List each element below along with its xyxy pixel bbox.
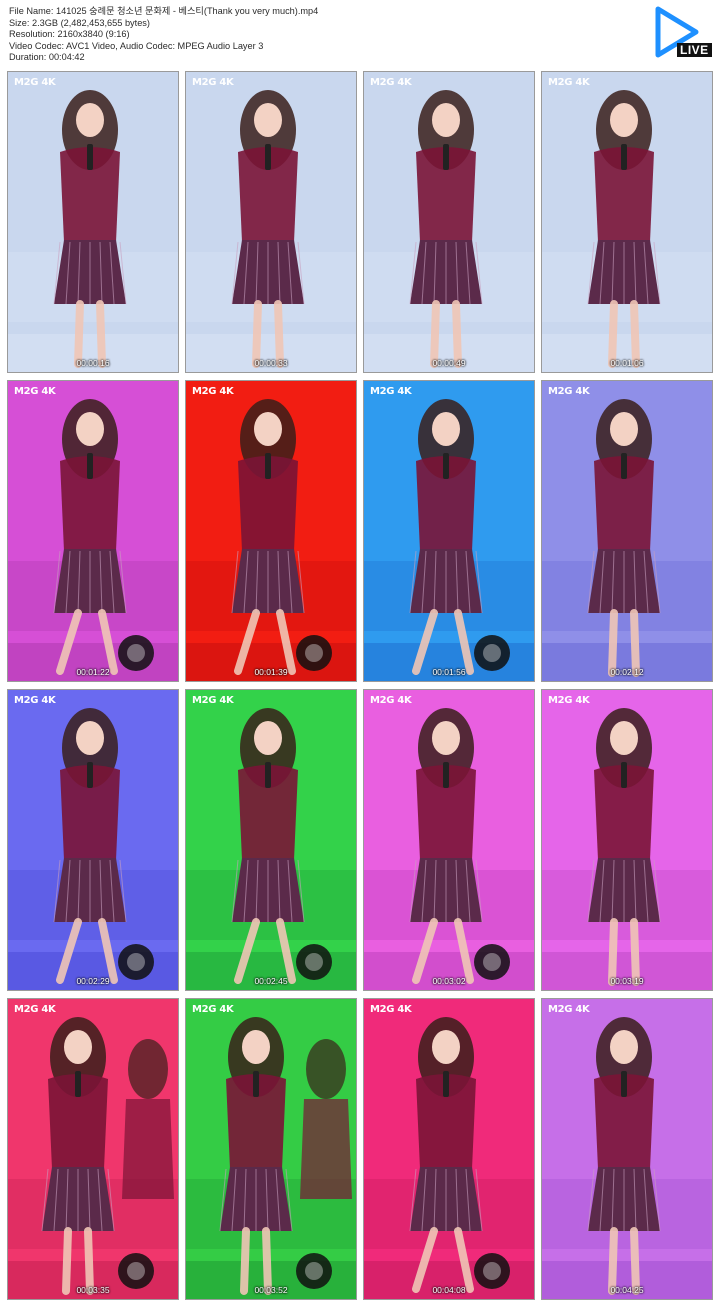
timecode-label: 00:00:49 bbox=[432, 358, 466, 368]
thumbnail-scene bbox=[186, 690, 356, 990]
video-thumbnail[interactable]: M2G 4K 00:03:02 bbox=[363, 689, 535, 991]
watermark-logo: M2G 4K bbox=[548, 1004, 590, 1015]
timecode-label: 00:03:02 bbox=[432, 976, 466, 986]
watermark-logo: M2G 4K bbox=[14, 77, 56, 88]
timecode-label: 00:00:16 bbox=[76, 358, 110, 368]
timecode-label: 00:04:25 bbox=[610, 1285, 644, 1295]
timecode-label: 00:03:19 bbox=[610, 976, 644, 986]
video-thumbnail[interactable]: M2G 4K 00:00:49 bbox=[363, 71, 535, 373]
timecode-label: 00:01:56 bbox=[432, 667, 466, 677]
watermark-logo: M2G 4K bbox=[14, 1004, 56, 1015]
watermark-logo: M2G 4K bbox=[192, 1004, 234, 1015]
file-info-header: File Name: 141025 숭례문 청소년 문화제 - 베스티(Than… bbox=[9, 6, 318, 64]
thumbnail-scene bbox=[542, 72, 712, 372]
video-thumbnail[interactable]: M2G 4K 00:01:56 bbox=[363, 380, 535, 682]
timecode-label: 00:02:45 bbox=[254, 976, 288, 986]
timecode-label: 00:02:29 bbox=[76, 976, 110, 986]
video-thumbnail[interactable]: M2G 4K 00:01:06 bbox=[541, 71, 713, 373]
video-thumbnail[interactable]: M2G 4K 00:00:33 bbox=[185, 71, 357, 373]
thumbnail-scene bbox=[8, 72, 178, 372]
thumbnail-scene bbox=[8, 690, 178, 990]
video-thumbnail[interactable]: M2G 4K 00:02:12 bbox=[541, 380, 713, 682]
watermark-logo: M2G 4K bbox=[14, 386, 56, 397]
file-size-text: Size: 2.3GB (2,482,453,655 bytes) bbox=[9, 17, 150, 28]
codec-text: Video Codec: AVC1 Video, Audio Codec: MP… bbox=[9, 40, 264, 51]
video-thumbnail[interactable]: M2G 4K 00:01:39 bbox=[185, 380, 357, 682]
thumbnail-scene bbox=[8, 999, 178, 1299]
live-badge: LIVE bbox=[652, 5, 712, 59]
thumbnail-scene bbox=[542, 999, 712, 1299]
video-thumbnail[interactable]: M2G 4K 00:03:19 bbox=[541, 689, 713, 991]
video-thumbnail[interactable]: M2G 4K 00:03:35 bbox=[7, 998, 179, 1300]
timecode-label: 00:00:33 bbox=[254, 358, 288, 368]
watermark-logo: M2G 4K bbox=[548, 695, 590, 706]
thumbnail-scene bbox=[186, 381, 356, 681]
video-thumbnail[interactable]: M2G 4K 00:04:25 bbox=[541, 998, 713, 1300]
video-thumbnail[interactable]: M2G 4K 00:02:45 bbox=[185, 689, 357, 991]
duration-text: Duration: 00:04:42 bbox=[9, 52, 85, 63]
video-thumbnail[interactable]: M2G 4K 00:03:52 bbox=[185, 998, 357, 1300]
video-thumbnail[interactable]: M2G 4K 00:00:16 bbox=[7, 71, 179, 373]
thumbnail-scene bbox=[542, 381, 712, 681]
watermark-logo: M2G 4K bbox=[370, 695, 412, 706]
watermark-logo: M2G 4K bbox=[192, 77, 234, 88]
watermark-logo: M2G 4K bbox=[370, 77, 412, 88]
timecode-label: 00:01:06 bbox=[610, 358, 644, 368]
thumbnail-scene bbox=[542, 690, 712, 990]
thumbnail-scene bbox=[364, 999, 534, 1299]
live-label: LIVE bbox=[677, 43, 712, 57]
timecode-label: 00:04:08 bbox=[432, 1285, 466, 1295]
timecode-label: 00:01:22 bbox=[76, 667, 110, 677]
timecode-label: 00:03:35 bbox=[76, 1285, 110, 1295]
watermark-logo: M2G 4K bbox=[370, 386, 412, 397]
watermark-logo: M2G 4K bbox=[548, 77, 590, 88]
timecode-label: 00:03:52 bbox=[254, 1285, 288, 1295]
watermark-logo: M2G 4K bbox=[14, 695, 56, 706]
watermark-logo: M2G 4K bbox=[192, 695, 234, 706]
video-thumbnail[interactable]: M2G 4K 00:01:22 bbox=[7, 380, 179, 682]
timecode-label: 00:01:39 bbox=[254, 667, 288, 677]
video-thumbnail[interactable]: M2G 4K 00:02:29 bbox=[7, 689, 179, 991]
watermark-logo: M2G 4K bbox=[370, 1004, 412, 1015]
thumbnail-scene bbox=[186, 999, 356, 1299]
watermark-logo: M2G 4K bbox=[548, 386, 590, 397]
thumbnail-scene bbox=[364, 690, 534, 990]
thumbnail-scene bbox=[364, 381, 534, 681]
resolution-text: Resolution: 2160x3840 (9:16) bbox=[9, 29, 130, 40]
timecode-label: 00:02:12 bbox=[610, 667, 644, 677]
video-thumbnail[interactable]: M2G 4K 00:04:08 bbox=[363, 998, 535, 1300]
thumbnail-scene bbox=[186, 72, 356, 372]
file-name-text: File Name: 141025 숭례문 청소년 문화제 - 베스티(Than… bbox=[9, 6, 319, 16]
thumbnail-scene bbox=[364, 72, 534, 372]
thumbnail-scene bbox=[8, 381, 178, 681]
watermark-logo: M2G 4K bbox=[192, 386, 234, 397]
